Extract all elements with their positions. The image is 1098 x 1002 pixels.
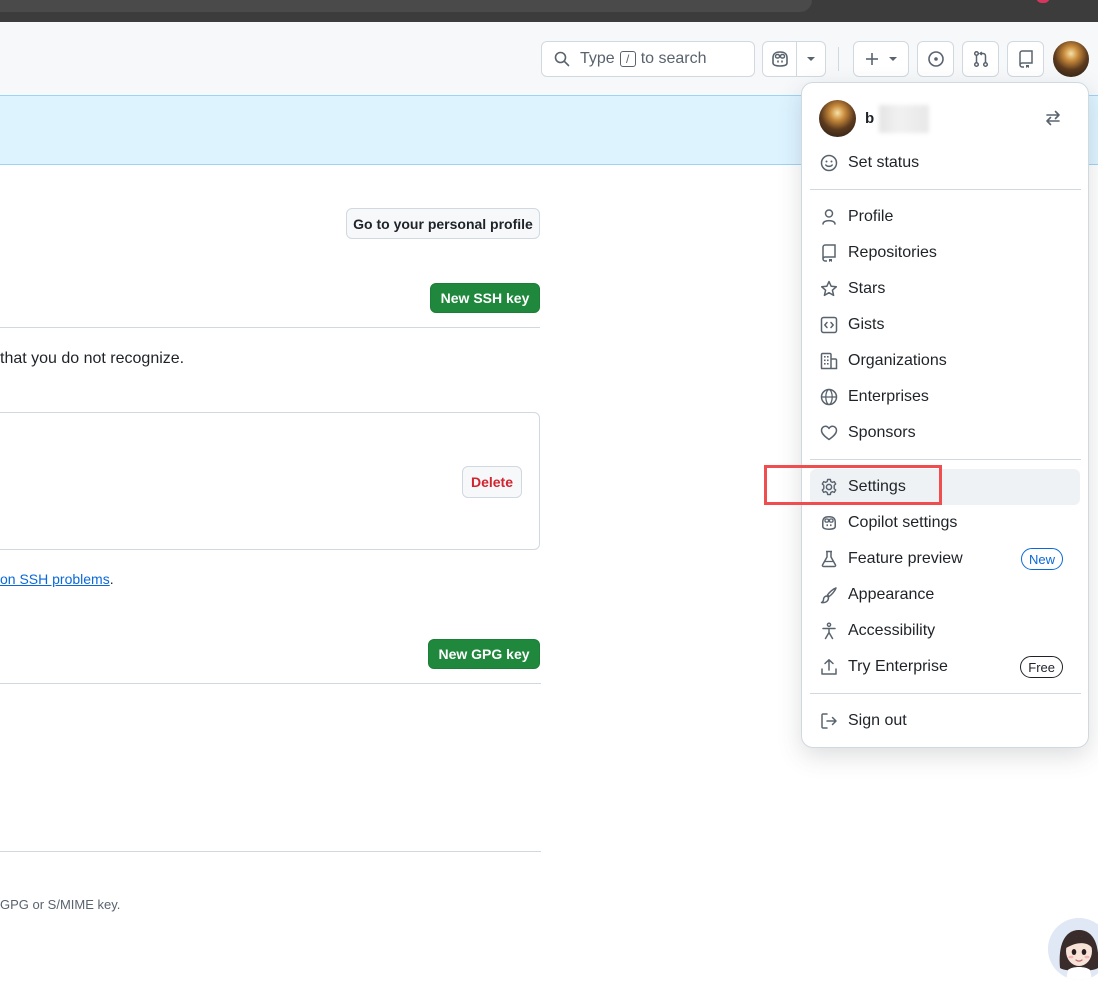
copilot-icon [771, 51, 788, 67]
menu-item-label: Copilot settings [848, 514, 958, 531]
ssh-section-divider [0, 327, 540, 328]
ssh-key-list: Delete [0, 412, 540, 550]
new-ssh-key-button[interactable]: New SSH key [430, 283, 540, 313]
menu-item-label: Organizations [848, 352, 947, 369]
star-icon [820, 280, 838, 298]
username-redaction [879, 105, 929, 133]
header-divider [838, 47, 839, 71]
menu-item-organizations[interactable]: Organizations [810, 343, 1080, 379]
menu-item-label: Accessibility [848, 622, 936, 639]
heart-icon [820, 424, 838, 442]
menu-item-appearance[interactable]: Appearance [810, 577, 1080, 613]
menu-item-label: Gists [848, 316, 885, 333]
person-icon [820, 208, 838, 226]
menu-item-stars[interactable]: Stars [810, 271, 1080, 307]
ssh-notice-text: that you do not recognize. [0, 350, 185, 367]
user-menu: b Set status Profile Repositories Stars … [801, 82, 1089, 748]
menu-item-label: Sign out [848, 712, 907, 729]
sign-out-icon [820, 712, 838, 730]
repo-icon [1018, 50, 1033, 68]
git-pull-request-icon [973, 50, 988, 68]
menu-item-accessibility[interactable]: Accessibility [810, 613, 1080, 649]
free-badge: Free [1020, 656, 1063, 678]
menu-item-label: Feature preview [848, 550, 963, 567]
smiley-icon [820, 154, 838, 172]
menu-item-profile[interactable]: Profile [810, 199, 1080, 235]
ssh-help-period: . [109, 571, 114, 587]
user-avatar-button[interactable] [1053, 41, 1089, 77]
search-suffix-text: to search [640, 50, 707, 67]
menu-item-copilot-settings[interactable]: Copilot settings [810, 505, 1080, 541]
copilot-dropdown-button[interactable] [797, 42, 825, 76]
menu-item-label: Appearance [848, 586, 935, 603]
paintbrush-icon [820, 586, 838, 604]
browser-tab[interactable] [0, 0, 812, 12]
repositories-button[interactable] [1007, 41, 1044, 77]
upload-icon [820, 658, 838, 676]
menu-item-sponsors[interactable]: Sponsors [810, 415, 1080, 451]
menu-item-label: Try Enterprise [848, 658, 948, 675]
menu-item-label: Sponsors [848, 424, 916, 441]
new-badge: New [1020, 548, 1063, 570]
copilot-button-group [762, 41, 826, 77]
repo-icon [820, 244, 838, 262]
beaker-icon [820, 550, 838, 568]
menu-item-label: Profile [848, 208, 894, 225]
pull-requests-button[interactable] [962, 41, 999, 77]
globe-icon [820, 388, 838, 406]
search-slash-key: / [619, 51, 636, 67]
accessibility-icon [820, 622, 838, 640]
create-new-button[interactable] [853, 41, 909, 77]
gpg-footer-text: GPG or S/MIME key. [0, 897, 121, 912]
settings-highlight-annotation [764, 465, 942, 505]
cartoon-girl-avatar-icon [1048, 918, 1098, 980]
menu-item-gists[interactable]: Gists [810, 307, 1080, 343]
browser-top-bar [0, 0, 1098, 22]
delete-ssh-key-button[interactable]: Delete [462, 466, 522, 498]
issue-opened-icon [927, 51, 944, 67]
menu-item-sign-out[interactable]: Sign out [810, 703, 1080, 739]
go-to-profile-button[interactable]: Go to your personal profile [346, 208, 540, 239]
menu-divider [810, 693, 1081, 694]
menu-item-label: Set status [848, 154, 920, 171]
menu-item-try-enterprise[interactable]: Try Enterprise Free [810, 649, 1080, 685]
menu-item-enterprises[interactable]: Enterprises [810, 379, 1080, 415]
menu-item-repositories[interactable]: Repositories [810, 235, 1080, 271]
code-square-icon [820, 316, 838, 334]
menu-avatar [819, 100, 856, 137]
browser-indicator [1036, 0, 1050, 3]
search-input[interactable]: Type / to search [541, 41, 755, 77]
menu-item-label: Stars [848, 280, 886, 297]
new-gpg-key-button[interactable]: New GPG key [428, 639, 540, 669]
gpg-bottom-divider [0, 851, 541, 852]
menu-item-feature-preview[interactable]: Feature preview New [810, 541, 1080, 577]
search-type-text: Type [580, 50, 615, 67]
ssh-help-text: on SSH problems. [0, 571, 114, 587]
ssh-problems-link[interactable]: on SSH problems [0, 571, 110, 587]
switch-account-button[interactable] [1044, 109, 1062, 132]
chevron-down-icon [807, 57, 816, 61]
gpg-section-divider [0, 683, 541, 684]
organization-icon [820, 352, 838, 370]
menu-item-label: Repositories [848, 244, 937, 261]
copilot-icon [820, 514, 838, 532]
arrow-switch-icon [1046, 110, 1060, 126]
issues-button[interactable] [917, 41, 954, 77]
assistant-avatar[interactable] [1048, 918, 1098, 980]
chevron-down-icon [888, 57, 897, 61]
search-icon [554, 51, 570, 67]
menu-username: b [865, 110, 875, 127]
menu-divider [810, 189, 1081, 190]
plus-icon [865, 53, 878, 65]
copilot-button[interactable] [763, 42, 798, 76]
menu-item-label: Enterprises [848, 388, 929, 405]
menu-divider [810, 459, 1081, 460]
menu-item-set-status[interactable]: Set status [810, 145, 1080, 181]
